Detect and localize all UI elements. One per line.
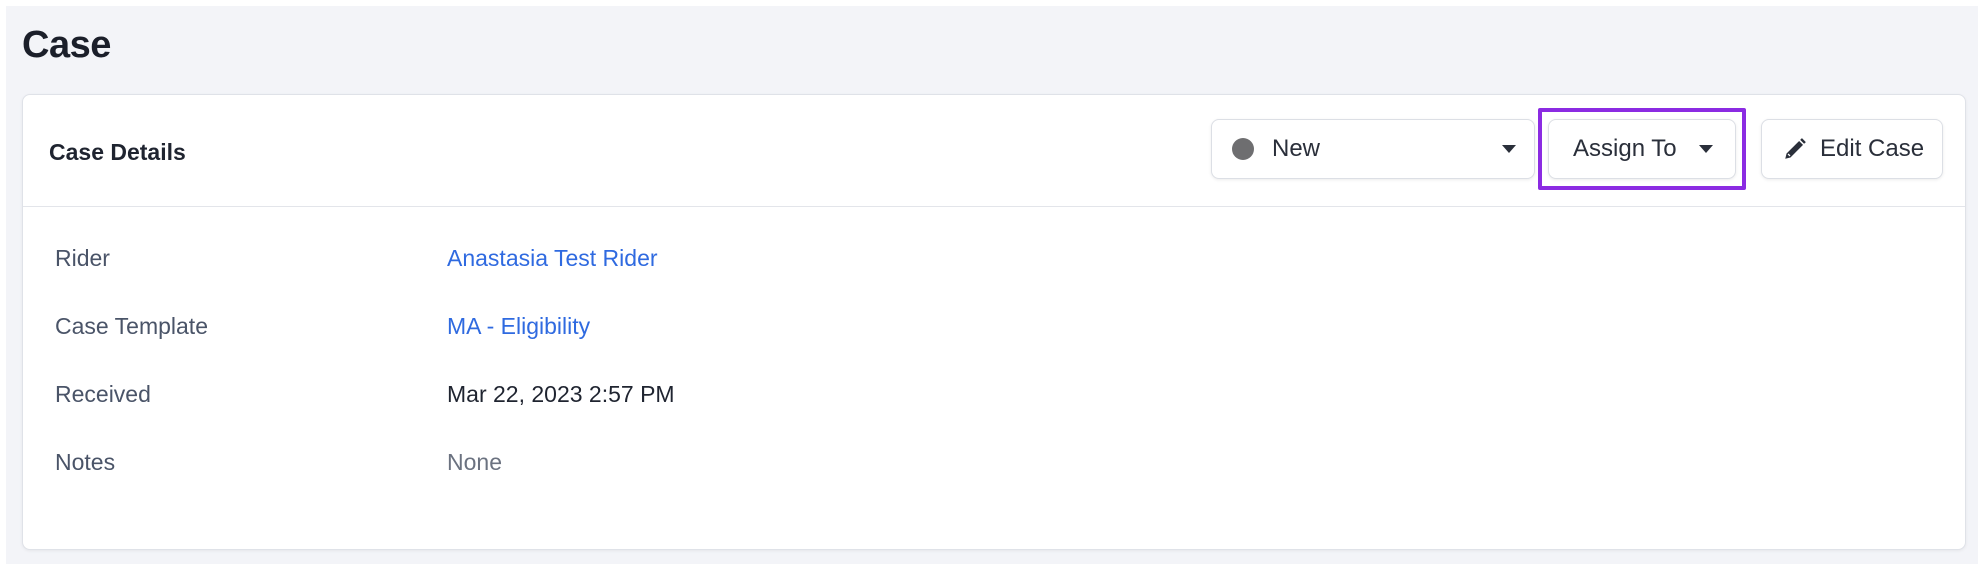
detail-label: Case Template bbox=[55, 313, 208, 339]
detail-row-rider: Rider Anastasia Test Rider bbox=[55, 245, 955, 277]
chevron-down-icon bbox=[1502, 145, 1516, 153]
status-dot-icon bbox=[1232, 138, 1254, 160]
rider-link[interactable]: Anastasia Test Rider bbox=[447, 245, 658, 272]
page-title: Case bbox=[22, 24, 111, 66]
notes-value: None bbox=[447, 449, 502, 475]
card-title: Case Details bbox=[49, 139, 186, 165]
edit-case-button[interactable]: Edit Case bbox=[1761, 119, 1943, 179]
detail-label: Notes bbox=[55, 449, 116, 475]
received-value: Mar 22, 2023 2:57 PM bbox=[447, 381, 675, 407]
status-label: New bbox=[1272, 135, 1321, 162]
detail-label: Rider bbox=[55, 245, 110, 271]
status-dropdown[interactable]: New bbox=[1211, 119, 1535, 179]
page-container: Case Case Details New Assign To Edit Cas… bbox=[6, 6, 1978, 564]
detail-row-received: Received Mar 22, 2023 2:57 PM bbox=[55, 381, 955, 413]
case-details-card: Case Details New Assign To Edit Case Rid… bbox=[22, 94, 1966, 550]
edit-case-label: Edit Case bbox=[1820, 135, 1925, 162]
case-template-link[interactable]: MA - Eligibility bbox=[447, 313, 590, 340]
card-header: Case Details New Assign To Edit Case bbox=[23, 95, 1965, 207]
chevron-down-icon bbox=[1699, 145, 1713, 153]
assign-to-button[interactable]: Assign To bbox=[1548, 119, 1736, 179]
detail-label: Received bbox=[55, 381, 151, 407]
detail-row-case-template: Case Template MA - Eligibility bbox=[55, 313, 955, 345]
detail-row-notes: Notes None bbox=[55, 449, 955, 481]
pencil-icon bbox=[1785, 138, 1806, 159]
assign-to-label: Assign To bbox=[1573, 135, 1677, 162]
